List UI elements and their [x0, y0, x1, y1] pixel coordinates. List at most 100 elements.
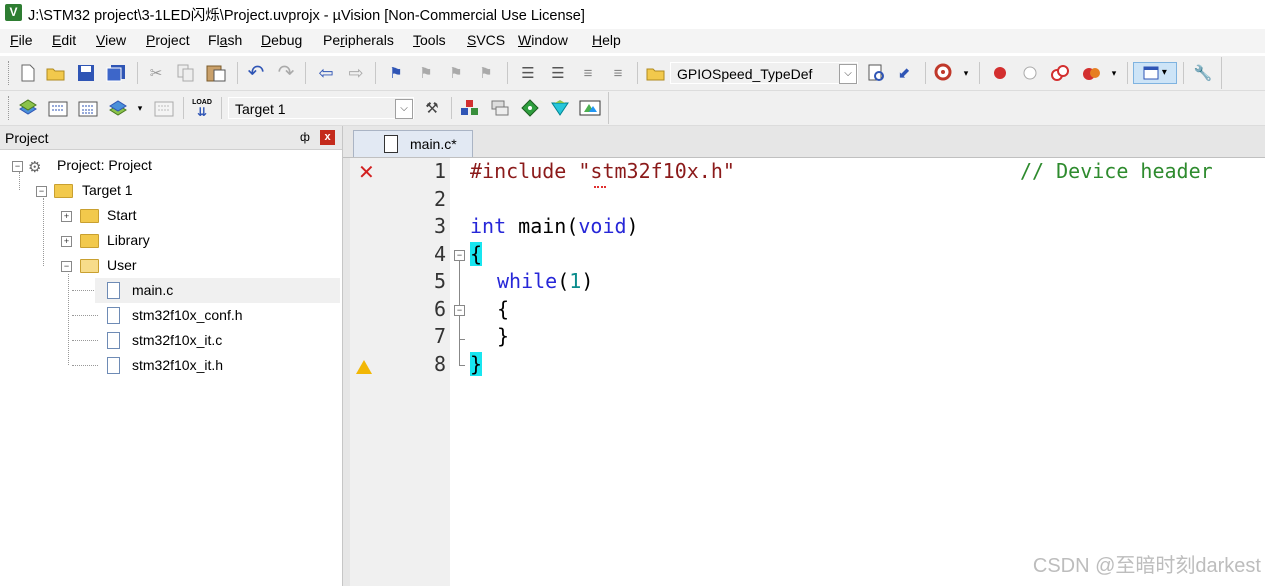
indent-icon[interactable]: ☰ — [517, 62, 539, 84]
breakpoint-kill-all-icon[interactable] — [1081, 62, 1103, 84]
tree-item-group-library[interactable]: + Library — [0, 228, 342, 253]
menu-tools[interactable]: Tools — [413, 32, 446, 48]
breakpoint-disable-all-icon[interactable] — [1049, 62, 1071, 84]
rebuild-icon[interactable] — [77, 97, 99, 119]
tree-item-file-it-h[interactable]: stm32f10x_it.h — [95, 353, 340, 378]
comment-icon[interactable]: ≡ — [577, 62, 599, 84]
menu-project[interactable]: Project — [146, 32, 190, 48]
paste-icon[interactable] — [205, 62, 227, 84]
batch-build-icon[interactable] — [107, 97, 129, 119]
menu-debug[interactable]: Debug — [261, 32, 302, 48]
select-packs-icon[interactable] — [519, 97, 541, 119]
fold-collapse-icon[interactable]: − — [454, 250, 465, 261]
chevron-down-icon[interactable]: ⌵ — [395, 99, 413, 119]
fold-collapse-icon[interactable]: − — [454, 305, 465, 316]
options-for-target-icon[interactable]: ⚒ — [421, 97, 443, 119]
run-time-environment-icon[interactable] — [579, 97, 601, 119]
bookmark-prev-icon[interactable]: ⚑ — [415, 62, 437, 84]
menu-view[interactable]: View — [96, 32, 126, 48]
c-file-icon — [107, 282, 120, 299]
target-select[interactable]: Target 1 ⌵ — [228, 97, 414, 119]
open-file-icon[interactable] — [45, 62, 67, 84]
save-icon[interactable] — [75, 62, 97, 84]
find-combo[interactable]: GPIOSpeed_TypeDef ⌵ — [670, 62, 858, 84]
tree-item-file-main-c[interactable]: main.c — [95, 278, 340, 303]
chevron-down-icon[interactable]: ⌵ — [839, 64, 857, 84]
copy-icon[interactable] — [175, 62, 197, 84]
translate-icon[interactable] — [17, 97, 39, 119]
code-editor[interactable]: ✕ 1 2 3 4 5 6 7 8 − − #include "stm32f10… — [350, 158, 1265, 586]
new-file-icon[interactable] — [17, 62, 39, 84]
pin-icon[interactable]: ф — [300, 130, 310, 144]
line-number: 4 — [433, 242, 446, 266]
debug-session-icon[interactable] — [933, 62, 955, 84]
code-line-6[interactable]: { — [497, 297, 509, 321]
menu-svcs[interactable]: SVCS — [467, 32, 505, 48]
close-icon[interactable]: x — [320, 130, 335, 145]
stop-build-icon[interactable] — [153, 97, 175, 119]
tree-expand-icon[interactable]: + — [61, 211, 72, 222]
warning-marker-icon[interactable] — [356, 360, 372, 374]
bookmark-next-icon[interactable]: ⚑ — [445, 62, 467, 84]
code-line-7[interactable]: } — [497, 324, 509, 348]
chevron-down-icon[interactable]: ▾ — [1103, 62, 1125, 84]
tab-main-c[interactable]: main.c* — [353, 130, 473, 157]
find-icon[interactable] — [865, 62, 887, 84]
menu-file[interactable]: File — [10, 32, 33, 48]
configure-wrench-icon[interactable]: 🔧 — [1192, 62, 1214, 84]
navigate-forward-icon[interactable]: ⇨ — [345, 62, 367, 84]
tree-collapse-icon[interactable]: − — [12, 161, 23, 172]
tree-item-file-it-c[interactable]: stm32f10x_it.c — [95, 328, 340, 353]
uvision-logo-icon: V — [5, 4, 22, 21]
navigate-back-icon[interactable]: ⇦ — [315, 62, 337, 84]
uncomment-icon[interactable]: ≡ — [607, 62, 629, 84]
file-extensions-icon[interactable] — [459, 97, 481, 119]
tree-item-project-root[interactable]: − ⚙ Project: Project — [0, 153, 342, 178]
chevron-down-icon[interactable]: ▾ — [955, 62, 977, 84]
find-in-files-icon[interactable] — [645, 62, 667, 84]
code-line-3[interactable]: int main(void) — [470, 214, 639, 238]
tree-item-target[interactable]: − Target 1 — [0, 178, 342, 203]
editor-area: main.c* ✕ 1 2 3 4 5 6 7 8 − − #include "… — [343, 126, 1265, 586]
tree-item-group-user[interactable]: − User — [0, 253, 342, 278]
code-line-1[interactable]: #include "stm32f10x.h" — [470, 159, 735, 183]
undo-icon[interactable]: ↶ — [245, 62, 267, 84]
incremental-find-icon[interactable]: ⬋ — [893, 62, 915, 84]
code-line-5[interactable]: while(1) — [497, 269, 593, 293]
tree-collapse-icon[interactable]: − — [36, 186, 47, 197]
breakpoint-disable-icon[interactable] — [1019, 62, 1041, 84]
h-file-icon — [107, 307, 120, 324]
menu-flash[interactable]: Flash — [208, 32, 242, 48]
chevron-down-icon[interactable]: ▾ — [129, 97, 151, 119]
pack-installer-icon[interactable] — [549, 97, 571, 119]
line-number: 1 — [433, 159, 446, 183]
download-load-button[interactable]: LOAD ⇊ — [191, 97, 213, 119]
menu-window[interactable]: Window — [518, 32, 568, 48]
tree-collapse-icon[interactable]: − — [61, 261, 72, 272]
tree-item-file-conf-h[interactable]: stm32f10x_conf.h — [95, 303, 340, 328]
code-line-4[interactable]: { — [470, 242, 483, 266]
breakpoint-insert-icon[interactable] — [989, 62, 1011, 84]
toolbar-grip[interactable] — [8, 61, 12, 85]
tree-connector — [68, 274, 69, 365]
tree-item-group-start[interactable]: + Start — [0, 203, 342, 228]
unindent-icon[interactable]: ☰ — [547, 62, 569, 84]
cut-icon[interactable]: ✂ — [145, 62, 167, 84]
bookmark-clear-icon[interactable]: ⚑ — [475, 62, 497, 84]
toolbar-grip[interactable] — [8, 96, 12, 120]
menu-peripherals[interactable]: Peripherals — [323, 32, 394, 48]
manage-components-icon[interactable] — [489, 97, 511, 119]
project-panel: Project ф x − ⚙ Project: Project − Targe… — [0, 126, 343, 586]
fold-margin — [450, 158, 468, 586]
window-layout-button[interactable]: ▾ — [1133, 62, 1177, 84]
menu-edit[interactable]: Edit — [52, 32, 76, 48]
build-icon[interactable] — [47, 97, 69, 119]
save-all-icon[interactable] — [105, 62, 127, 84]
redo-icon[interactable]: ↷ — [275, 62, 297, 84]
code-line-8[interactable]: } — [470, 352, 483, 376]
bookmark-icon[interactable]: ⚑ — [385, 62, 407, 84]
tree-expand-icon[interactable]: + — [61, 236, 72, 247]
error-marker-icon[interactable]: ✕ — [358, 160, 375, 185]
menu-help[interactable]: Help — [592, 32, 621, 48]
toolbar-separator — [1127, 62, 1128, 84]
